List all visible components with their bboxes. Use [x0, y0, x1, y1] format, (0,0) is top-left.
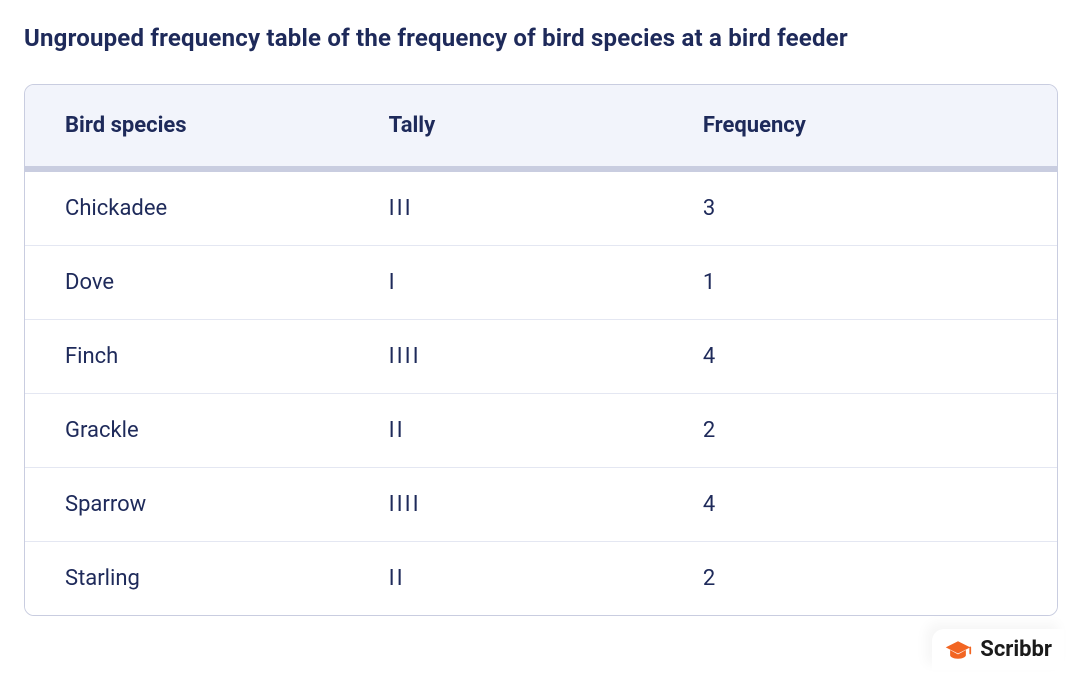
table-header-row: Bird species Tally Frequency — [25, 85, 1057, 172]
cell-species: Chickadee — [65, 196, 389, 221]
col-header-species: Bird species — [65, 113, 389, 138]
table-row: Chickadee III 3 — [25, 172, 1057, 246]
cell-tally: II — [389, 418, 703, 443]
cell-species: Dove — [65, 270, 389, 295]
table-row: Sparrow IIII 4 — [25, 468, 1057, 542]
cell-tally: I — [389, 270, 703, 295]
cell-frequency: 4 — [703, 344, 1017, 369]
table-row: Grackle II 2 — [25, 394, 1057, 468]
cell-frequency: 4 — [703, 492, 1017, 517]
frequency-table: Bird species Tally Frequency Chickadee I… — [24, 84, 1058, 616]
cell-tally: IIII — [389, 344, 703, 369]
page-title: Ungrouped frequency table of the frequen… — [24, 24, 1058, 52]
col-header-tally: Tally — [389, 113, 703, 138]
table-row: Starling II 2 — [25, 542, 1057, 615]
cell-tally: III — [389, 196, 703, 221]
brand-name: Scribbr — [980, 637, 1052, 662]
cell-tally: IIII — [389, 492, 703, 517]
cell-tally: II — [389, 566, 703, 591]
table-row: Finch IIII 4 — [25, 320, 1057, 394]
cell-frequency: 1 — [703, 270, 1017, 295]
cell-frequency: 2 — [703, 418, 1017, 443]
cell-frequency: 3 — [703, 196, 1017, 221]
table-row: Dove I 1 — [25, 246, 1057, 320]
brand-badge: Scribbr — [932, 629, 1064, 670]
col-header-frequency: Frequency — [703, 113, 1017, 138]
cell-species: Grackle — [65, 418, 389, 443]
cell-frequency: 2 — [703, 566, 1017, 591]
cell-species: Starling — [65, 566, 389, 591]
cell-species: Sparrow — [65, 492, 389, 517]
graduation-cap-icon — [944, 639, 972, 661]
cell-species: Finch — [65, 344, 389, 369]
